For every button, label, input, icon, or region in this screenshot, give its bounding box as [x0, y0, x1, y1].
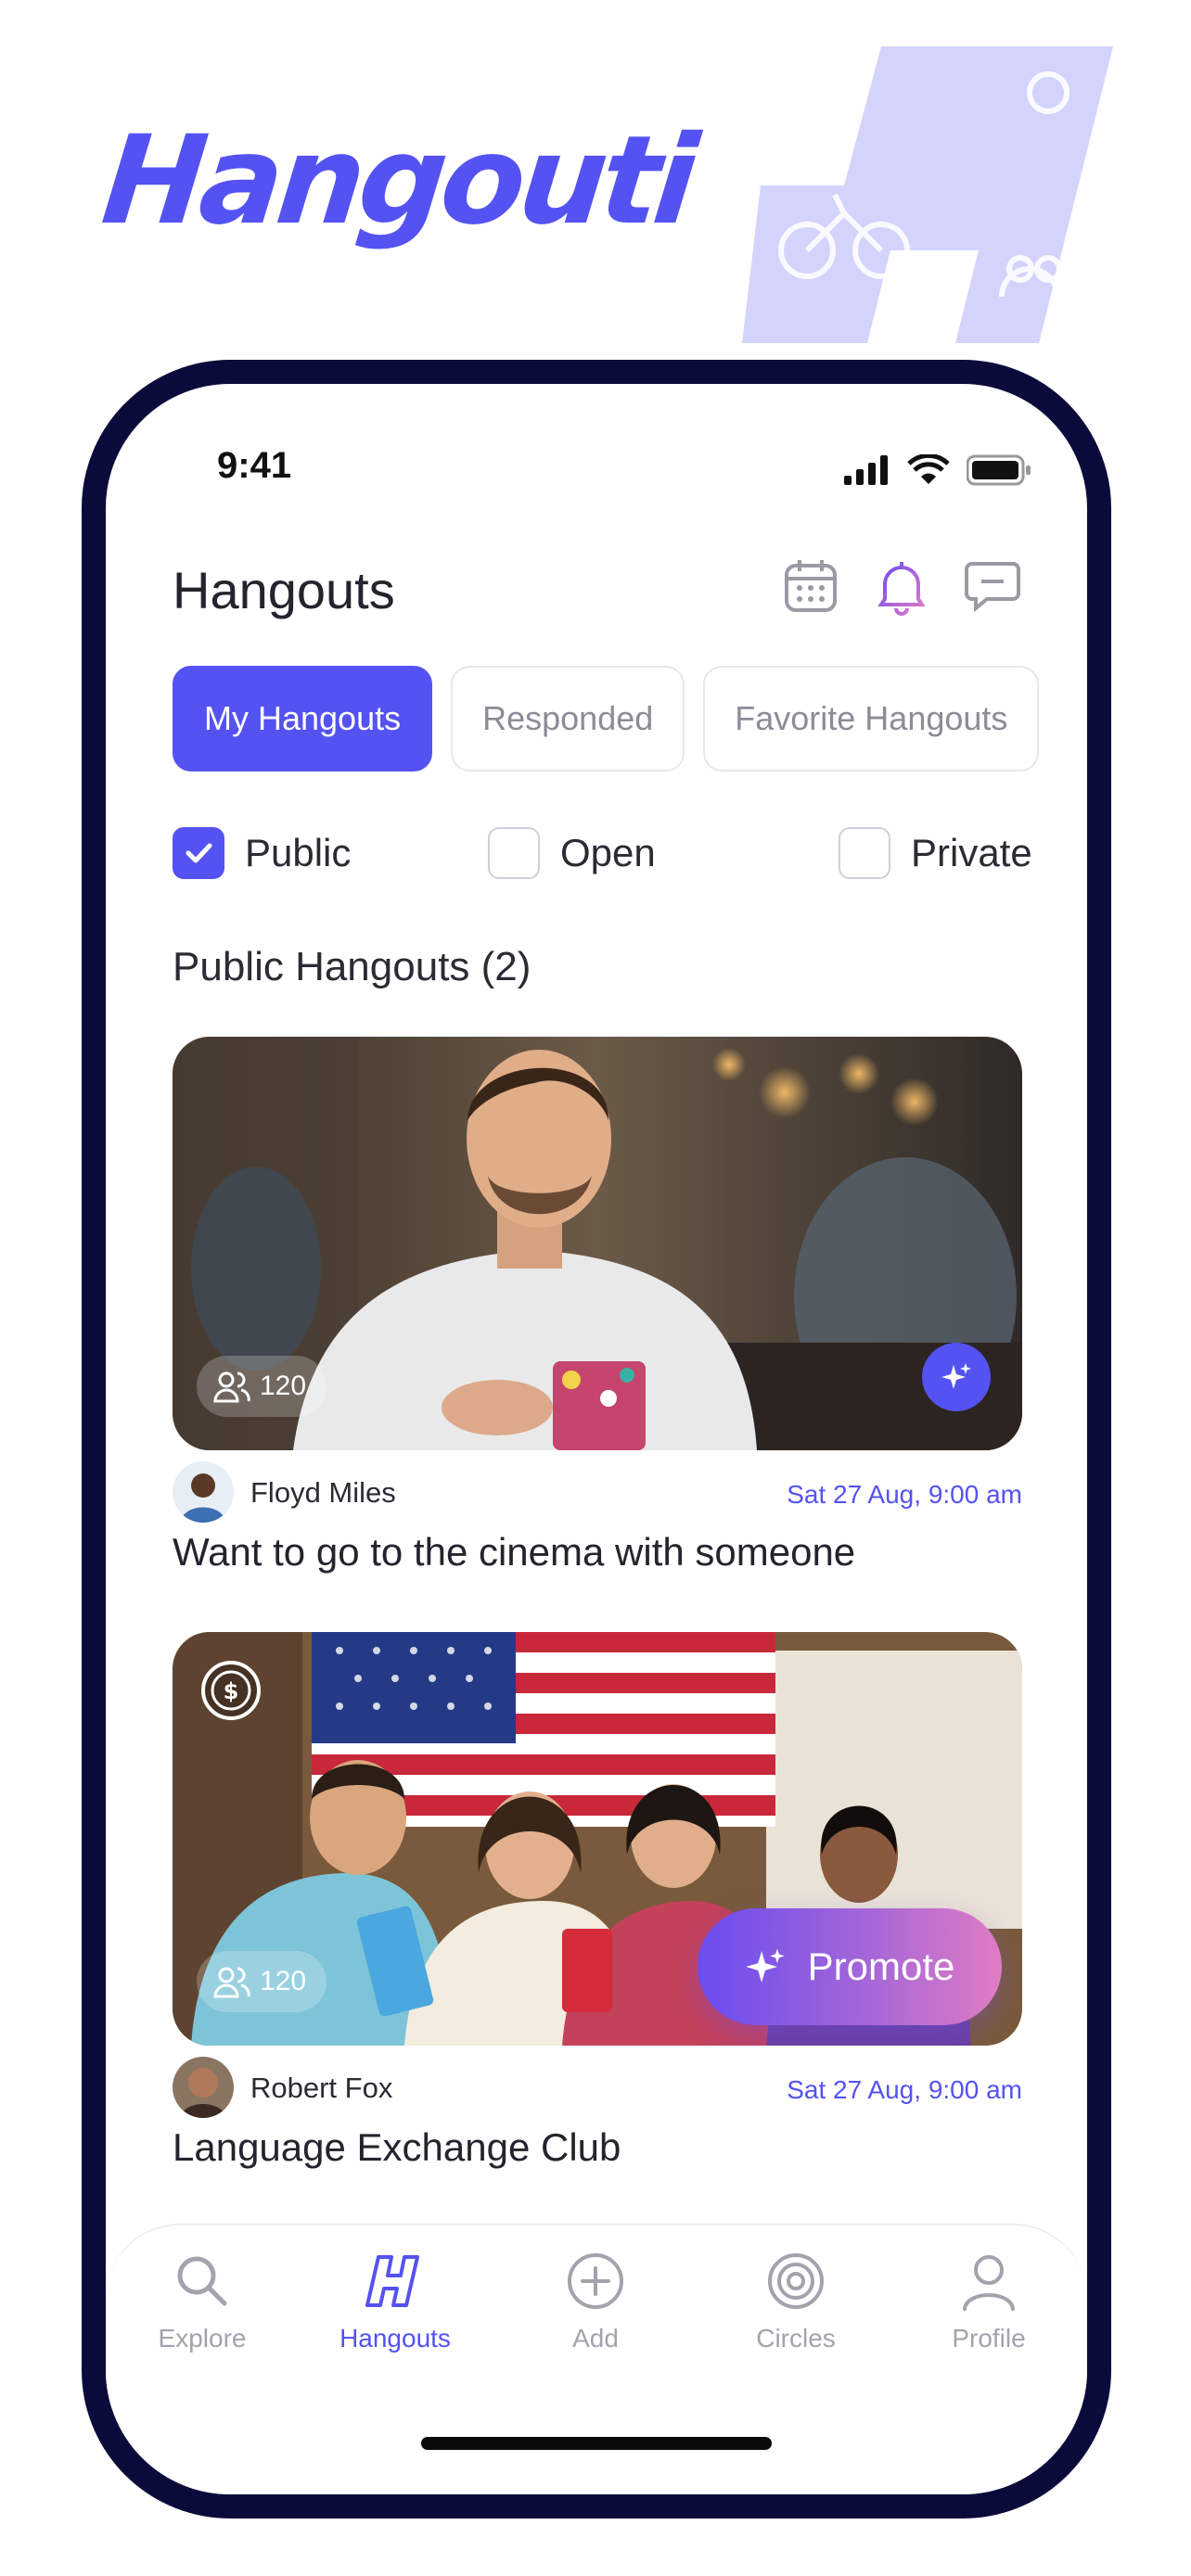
promote-label: Promote — [807, 1945, 955, 1988]
app-screen: 9:41 Hangouts My Hangouts Responded Favo… — [106, 384, 1087, 2494]
people-icon — [213, 1967, 250, 1998]
header-actions — [781, 556, 1022, 616]
battery-icon — [967, 454, 1031, 486]
public-checkbox[interactable] — [173, 827, 224, 879]
sparkle-icon — [745, 1948, 785, 1983]
nav-label: Hangouts — [339, 2324, 451, 2353]
wifi-icon — [907, 454, 950, 484]
nav-label: Circles — [756, 2324, 836, 2353]
bell-icon[interactable] — [872, 556, 931, 616]
section-title: Public Hangouts (2) — [173, 944, 531, 989]
visibility-filters: Public Open Private — [173, 827, 1032, 883]
phone-frame: 9:41 Hangouts My Hangouts Responded Favo… — [82, 360, 1111, 2519]
paid-badge-icon: $ — [201, 1661, 261, 1720]
chat-icon[interactable] — [963, 556, 1022, 616]
hangout-card[interactable]: $ 120 Promote Robert Fox Sat 27 Aug, 9:0… — [173, 1632, 1022, 2170]
nav-profile[interactable]: Profile — [915, 2248, 1063, 2353]
signal-icon — [844, 455, 888, 485]
filter-public[interactable]: Public — [173, 827, 351, 879]
tab-favorite-hangouts[interactable]: Favorite Hangouts — [703, 666, 1040, 772]
nav-hangouts[interactable]: Hangouts — [321, 2248, 469, 2353]
attendee-count: 120 — [197, 1356, 327, 1417]
svg-text:$: $ — [224, 1678, 239, 1704]
private-checkbox[interactable] — [839, 827, 890, 879]
nav-circles[interactable]: Circles — [722, 2248, 870, 2353]
hangout-date: Sat 27 Aug, 9:00 am — [787, 1480, 1022, 1509]
boost-button[interactable] — [922, 1343, 991, 1411]
nav-add[interactable]: Add — [521, 2248, 670, 2353]
hangout-date: Sat 27 Aug, 9:00 am — [787, 2075, 1022, 2104]
explore-icon — [177, 2256, 227, 2306]
profile-icon — [963, 2255, 1015, 2311]
people-icon — [213, 1371, 250, 1403]
brand-logo: Hangouti — [96, 109, 699, 252]
page-header: Hangouts — [106, 560, 1087, 634]
hangout-photo[interactable]: $ 120 Promote — [173, 1632, 1022, 2046]
status-icons — [844, 454, 1031, 486]
nav-explore[interactable]: Explore — [128, 2248, 276, 2353]
author-name[interactable]: Floyd Miles — [250, 1476, 396, 1510]
calendar-icon[interactable] — [781, 556, 840, 616]
hangouts-icon — [365, 2255, 419, 2307]
filter-label: Private — [911, 831, 1032, 874]
bottom-nav: Explore Hangouts Add Circles Profile — [106, 2224, 1087, 2409]
avatar-image — [173, 1461, 234, 1523]
filter-label: Public — [245, 831, 352, 874]
sparkle-icon — [941, 1363, 971, 1389]
hangout-tabs: My Hangouts Responded Favorite Hangouts — [173, 666, 1040, 772]
status-time: 9:41 — [217, 445, 292, 486]
filter-private[interactable]: Private — [839, 827, 1032, 879]
filter-open[interactable]: Open — [488, 827, 656, 879]
add-icon — [568, 2253, 623, 2309]
checkmark-icon — [186, 843, 212, 863]
avatar-image — [173, 2057, 234, 2118]
hangout-photo[interactable]: 120 — [173, 1037, 1022, 1450]
circles-icon — [768, 2253, 824, 2309]
brand-illustration — [742, 46, 1113, 343]
hangout-meta: Robert Fox Sat 27 Aug, 9:00 am — [173, 2057, 1022, 2122]
author-name[interactable]: Robert Fox — [250, 2072, 392, 2105]
open-checkbox[interactable] — [488, 827, 540, 879]
attendee-count-value: 120 — [260, 1371, 307, 1401]
hangout-meta: Floyd Miles Sat 27 Aug, 9:00 am — [173, 1461, 1022, 1526]
avatar[interactable] — [173, 1461, 234, 1523]
attendee-count: 120 — [197, 1951, 327, 2012]
avatar[interactable] — [173, 2057, 234, 2118]
status-bar: 9:41 — [106, 445, 1087, 501]
hangout-title[interactable]: Language Exchange Club — [173, 2125, 1022, 2170]
home-indicator — [421, 2437, 772, 2450]
filter-label: Open — [560, 831, 656, 874]
page-title: Hangouts — [173, 561, 395, 619]
promote-button[interactable]: Promote — [698, 1908, 1002, 2025]
hangout-card[interactable]: 120 Floyd Miles Sat 27 Aug, 9:00 am Want… — [173, 1037, 1022, 1575]
nav-label: Explore — [158, 2324, 247, 2353]
nav-label: Add — [572, 2324, 619, 2353]
attendee-count-value: 120 — [260, 1966, 307, 1996]
tab-responded[interactable]: Responded — [451, 666, 685, 772]
nav-label: Profile — [952, 2324, 1026, 2353]
hangout-title[interactable]: Want to go to the cinema with someone — [173, 1530, 1022, 1575]
tab-my-hangouts[interactable]: My Hangouts — [173, 666, 433, 772]
